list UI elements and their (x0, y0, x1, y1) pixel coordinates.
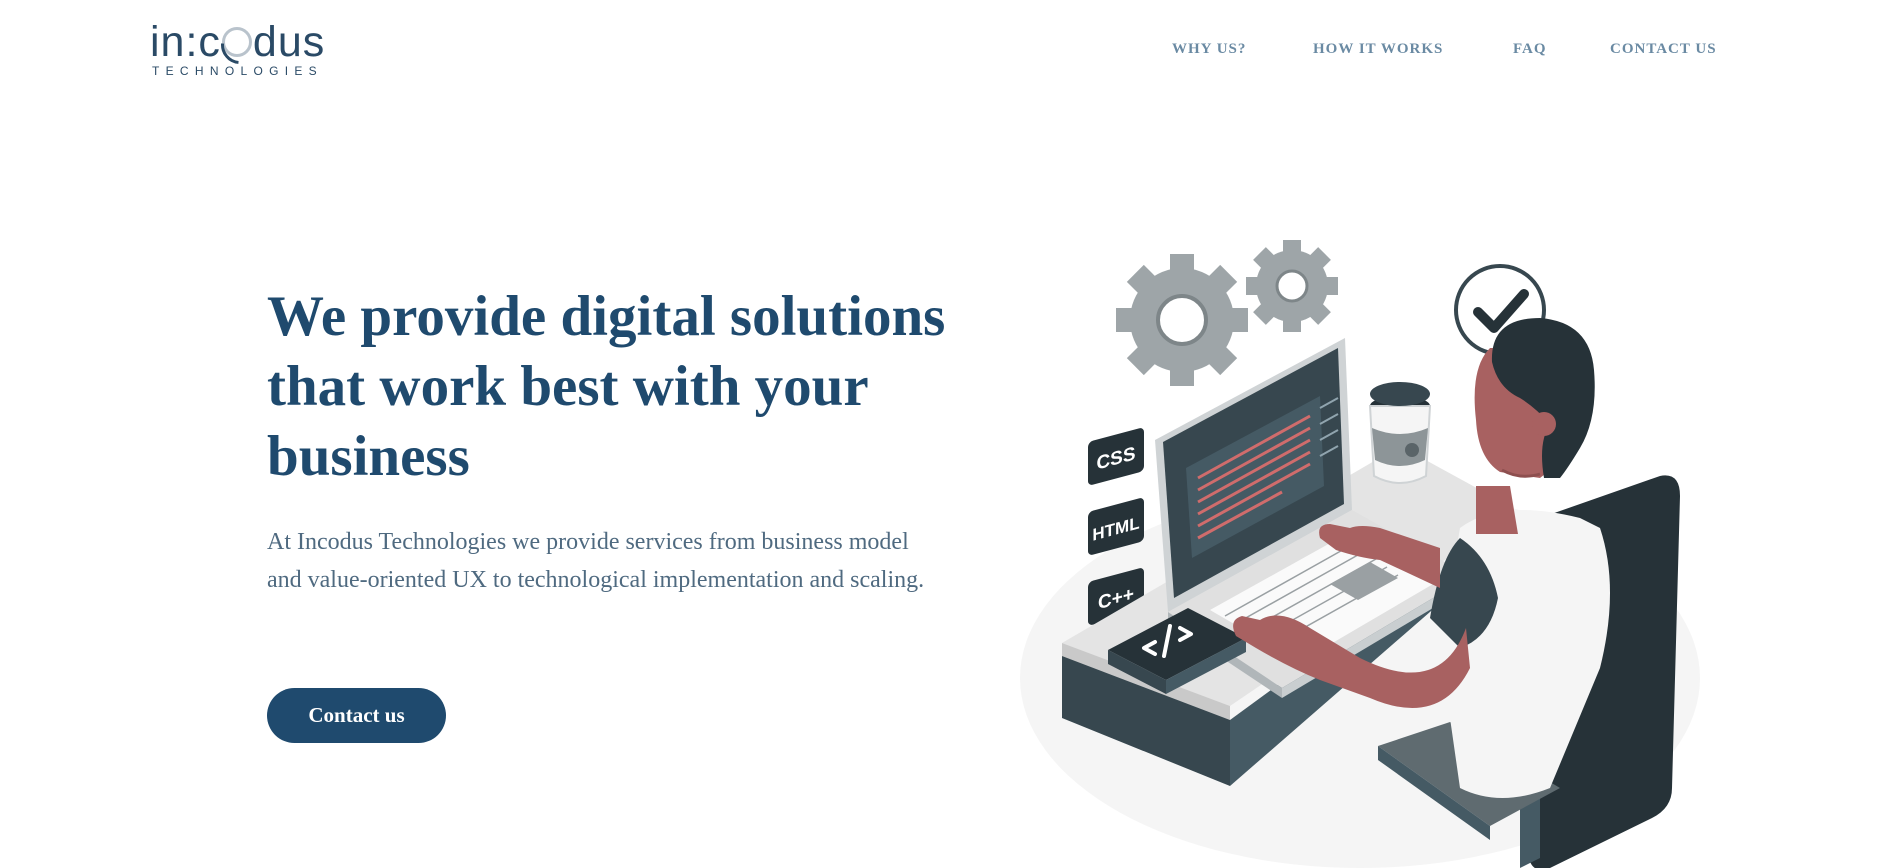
logo-tagline: TECHNOLOGIES (152, 64, 323, 78)
large-gear-icon (1116, 254, 1248, 386)
nav-faq[interactable]: FAQ (1513, 41, 1547, 58)
coffee-cup-icon (1368, 382, 1432, 484)
nav-contact-us[interactable]: CONTACT US (1610, 41, 1717, 58)
logo[interactable]: in:c dus TECHNOLOGIES (150, 18, 325, 80)
site-header: in:c dus TECHNOLOGIES WHY US? HOW IT WORK… (0, 0, 1883, 110)
hero-description: At Incodus Technologies we provide servi… (267, 529, 925, 593)
hero-title: We provide digital solutions that work b… (267, 285, 946, 488)
small-gear-icon (1246, 240, 1338, 332)
logo-wordmark-suffix: dus (252, 18, 326, 66)
css-tag: CSS (1088, 428, 1144, 485)
developer-illustration: CSS HTML C++ (1020, 240, 1700, 868)
contact-us-button[interactable]: Contact us (267, 688, 446, 743)
logo-ring-icon (221, 27, 252, 57)
logo-wordmark: in:c dus (150, 18, 325, 66)
nav-how-it-works[interactable]: HOW IT WORKS (1313, 41, 1443, 58)
logo-wordmark-prefix: in:c (150, 18, 221, 66)
nav-why-us[interactable]: WHY US? (1172, 41, 1246, 58)
